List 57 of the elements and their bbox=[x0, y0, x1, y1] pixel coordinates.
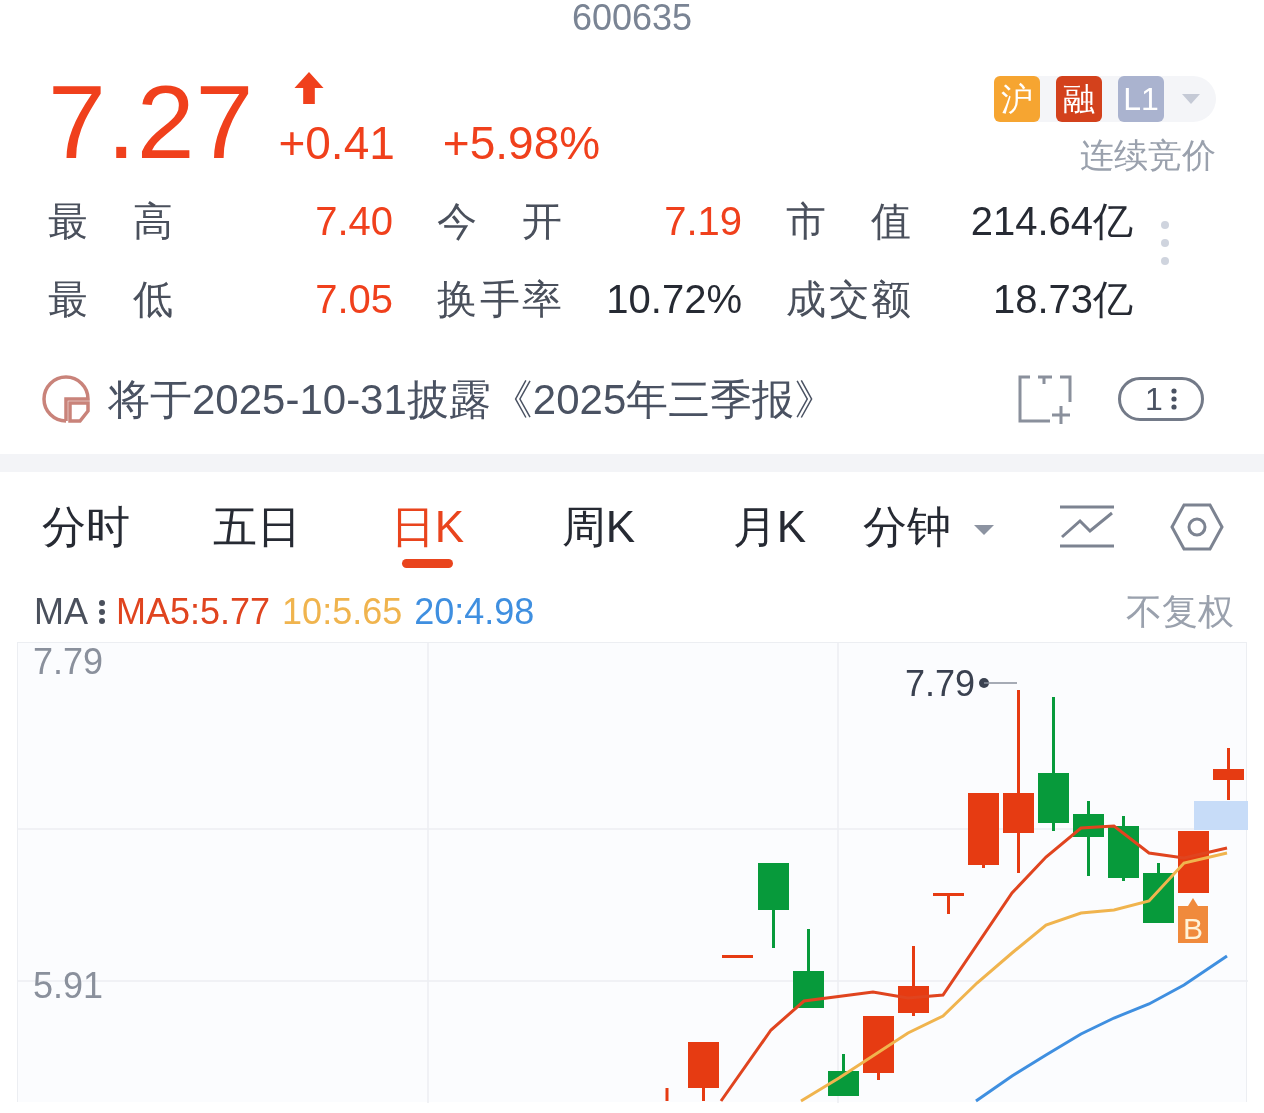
stat-label: 市 值 bbox=[786, 198, 911, 244]
candlestick bbox=[1213, 748, 1244, 800]
price-highlight bbox=[1194, 801, 1248, 830]
stat-label: 今 开 bbox=[437, 198, 562, 244]
stock-code: 600635 bbox=[570, 0, 694, 30]
report-icon bbox=[40, 373, 92, 425]
ma-value: 10:5.65 bbox=[282, 590, 403, 634]
candlestick bbox=[828, 1054, 859, 1096]
market-tag: L1 bbox=[1118, 76, 1164, 122]
candlestick bbox=[665, 1088, 669, 1101]
max-price-pointer bbox=[979, 678, 1018, 688]
candlestick bbox=[1108, 816, 1139, 881]
stat-value: 7.40 bbox=[314, 198, 393, 244]
candlestick bbox=[863, 1016, 894, 1080]
period-tab[interactable]: 分钟 bbox=[855, 472, 1035, 582]
market-tag: 沪 bbox=[994, 76, 1040, 122]
period-tab[interactable]: 日K bbox=[342, 472, 513, 582]
candlestick bbox=[933, 893, 964, 914]
percent-change: +5.98% bbox=[442, 120, 601, 166]
period-tab[interactable]: 五日 bbox=[171, 472, 342, 582]
candlestick bbox=[1178, 831, 1209, 893]
stat-label: 最 低 bbox=[48, 276, 173, 322]
axis-label: 5.91 bbox=[33, 965, 104, 1006]
buy-marker-icon: B bbox=[1178, 898, 1208, 945]
add-frame-icon[interactable] bbox=[1018, 374, 1072, 424]
ma-label: MA bbox=[34, 590, 88, 634]
selected-underline bbox=[402, 559, 453, 568]
market-tag: 融 bbox=[1056, 76, 1102, 122]
candlestick bbox=[688, 1042, 719, 1101]
current-price: 7.27 bbox=[48, 70, 255, 174]
stat-value: 18.73亿 bbox=[991, 276, 1133, 322]
stat-value: 10.72% bbox=[605, 276, 742, 322]
candlestick bbox=[1143, 863, 1174, 923]
ma-value: 20:4.98 bbox=[414, 590, 535, 634]
stat-value: 214.64亿 bbox=[969, 198, 1133, 244]
notice-text: 将于2025-10-31披露《2025年三季报》 bbox=[108, 374, 837, 425]
caret-icon bbox=[973, 524, 995, 537]
more-icon bbox=[1170, 388, 1177, 410]
page-counter[interactable]: 1 bbox=[1118, 377, 1204, 421]
period-tab[interactable]: 分时 bbox=[0, 472, 171, 582]
candlestick bbox=[898, 946, 929, 1016]
axis-label: 7.79 bbox=[33, 643, 104, 682]
trading-status: 连续竞价 bbox=[1080, 138, 1216, 172]
price-change: +0.41 bbox=[278, 120, 395, 166]
stat-label: 换手率 bbox=[437, 276, 562, 322]
stat-label: 成交额 bbox=[786, 276, 911, 322]
max-price-label: 7.79 bbox=[904, 663, 975, 704]
period-tab[interactable]: 月K bbox=[684, 472, 855, 582]
ma-value: MA5:5.77 bbox=[116, 590, 271, 634]
stat-label: 最 高 bbox=[48, 198, 173, 244]
settings-icon[interactable] bbox=[1170, 502, 1224, 552]
stat-value: 7.19 bbox=[663, 198, 742, 244]
candlestick bbox=[722, 955, 753, 958]
more-icon bbox=[98, 599, 106, 625]
period-tab[interactable]: 周K bbox=[513, 472, 684, 582]
stat-value: 7.05 bbox=[314, 276, 393, 322]
line-chart-icon[interactable] bbox=[1058, 505, 1116, 549]
